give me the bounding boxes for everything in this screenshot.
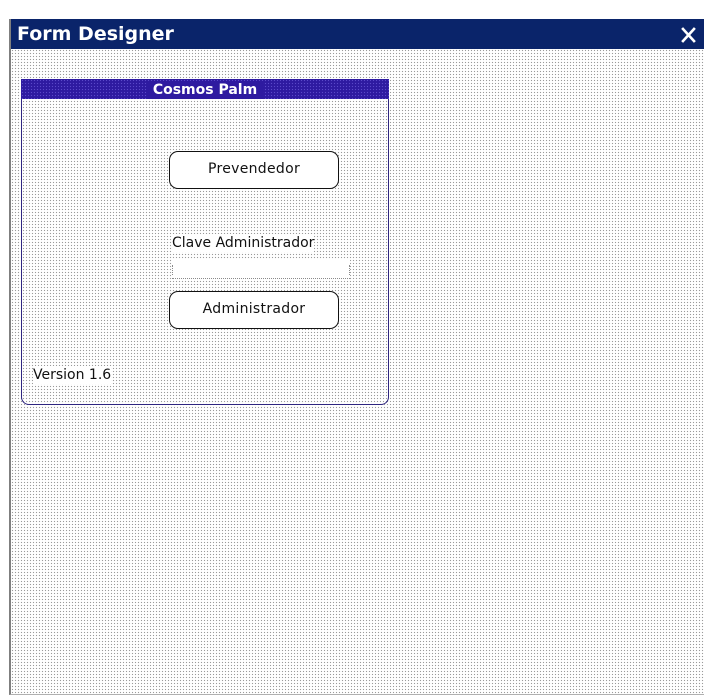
close-icon-glyph: [681, 27, 696, 43]
field-right-edge: [349, 265, 350, 275]
clave-administrador-label[interactable]: Clave Administrador: [172, 234, 315, 252]
close-icon[interactable]: [678, 21, 700, 47]
administrador-button[interactable]: Administrador: [169, 291, 339, 329]
design-canvas[interactable]: Cosmos Palm Prevendedor Clave Administra…: [11, 49, 704, 694]
version-label[interactable]: Version 1.6: [33, 366, 112, 384]
window-titlebar[interactable]: Form Designer: [11, 19, 704, 49]
palm-form[interactable]: Cosmos Palm Prevendedor Clave Administra…: [21, 79, 389, 405]
form-designer-window: Form Designer Cosmos Palm Prevendedor Cl…: [9, 19, 704, 695]
field-left-edge: [172, 265, 173, 275]
palm-form-title: Cosmos Palm: [146, 81, 264, 99]
clave-administrador-field[interactable]: [172, 259, 350, 279]
window-title: Form Designer: [17, 23, 174, 45]
palm-form-titlebar[interactable]: Cosmos Palm: [21, 79, 389, 99]
prevendedor-button[interactable]: Prevendedor: [169, 151, 339, 189]
